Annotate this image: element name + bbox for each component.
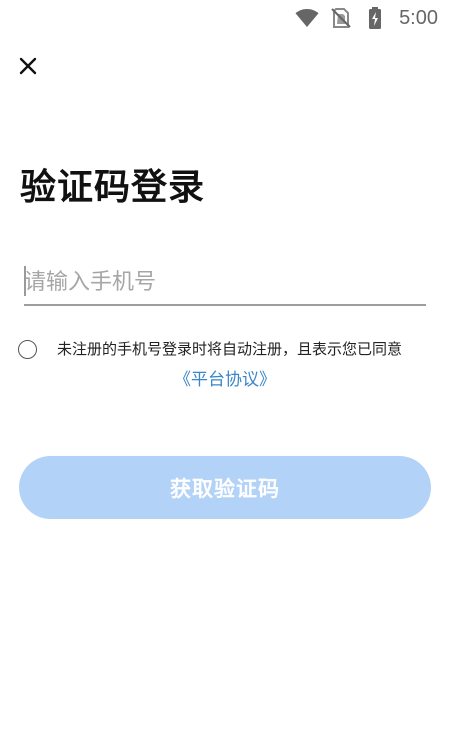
status-icons: 5:00 [295,6,438,30]
phone-input[interactable] [24,262,426,302]
page-title: 验证码登录 [20,167,206,208]
status-time: 5:00 [399,7,438,29]
battery-charging-icon [363,6,387,30]
text-cursor [24,266,26,296]
agreement-radio[interactable] [18,339,37,359]
close-icon[interactable] [19,57,37,79]
agreement-row: 未注册的手机号登录时将自动注册，且表示您已同意 [18,338,438,360]
agreement-text: 未注册的手机号登录时将自动注册，且表示您已同意 [57,340,403,358]
close-button[interactable] [14,54,42,82]
no-sim-icon [329,6,353,30]
platform-agreement-link-label[interactable]: 《平台协议》 [174,370,276,390]
login-screen: 5:00 验证码登录 未注册的手机号登录时将自动注册，且表示您已同意 《平台协议… [0,0,450,749]
get-code-button[interactable]: 获取验证码 [19,456,431,519]
phone-input-field[interactable] [24,262,426,306]
wifi-icon [295,6,319,30]
platform-agreement-link[interactable]: 《平台协议》 [0,368,450,392]
status-bar: 5:00 [0,0,450,36]
